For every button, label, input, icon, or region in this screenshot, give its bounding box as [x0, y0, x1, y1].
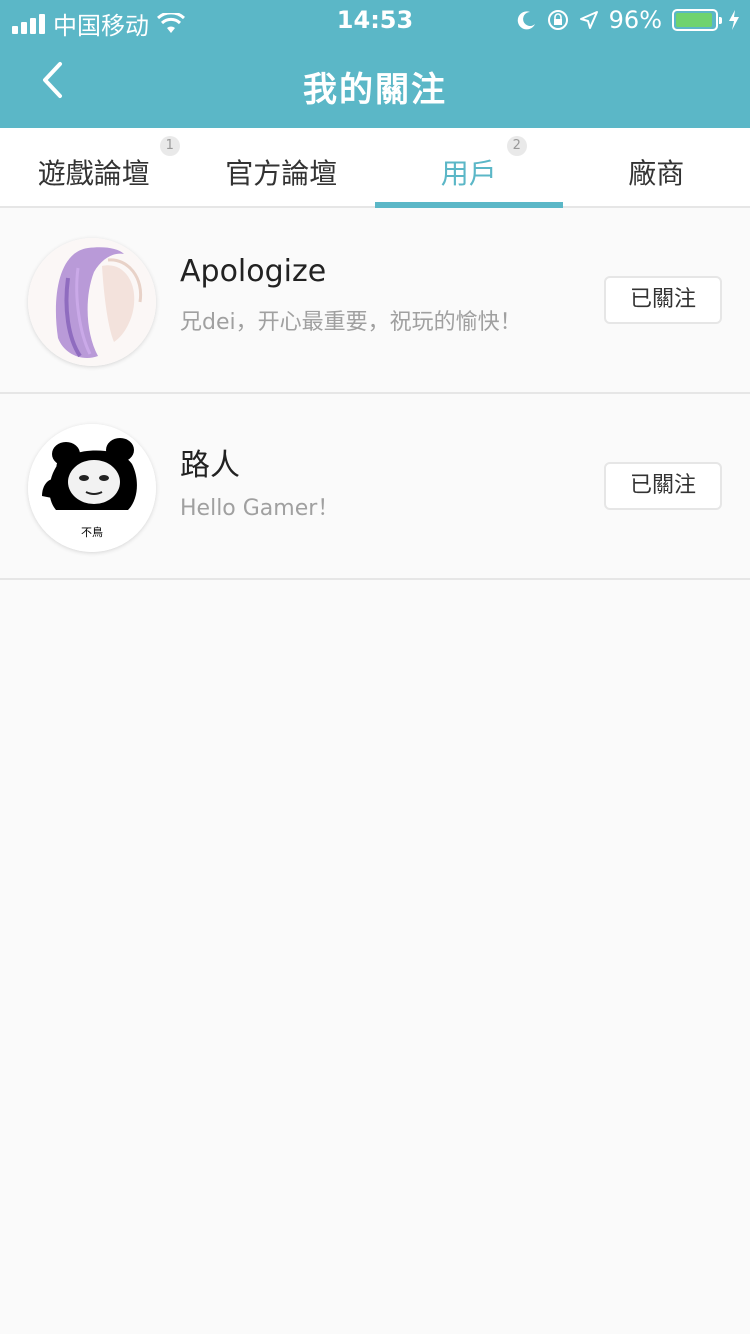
user-description: Hello Gamer！ — [180, 496, 340, 521]
tab-label: 遊戲論壇 — [37, 157, 150, 190]
charging-icon — [729, 10, 739, 30]
tab-label: 廠商 — [628, 157, 685, 190]
avatar[interactable] — [28, 238, 156, 366]
status-bar: 中国移动 14:53 96% — [0, 0, 750, 40]
battery-percent: 96% — [608, 6, 662, 34]
page-title: 我的關注 — [303, 70, 447, 110]
avatar[interactable]: 不鳥 — [28, 424, 156, 552]
list-item[interactable]: Apologize 兄dei，开心最重要，祝玩的愉快！ 已關注 — [0, 208, 750, 394]
count-badge: 2 — [506, 136, 527, 156]
list-item[interactable]: 不鳥 路人 Hello Gamer！ 已關注 — [0, 394, 750, 580]
user-description: 兄dei，开心最重要，祝玩的愉快！ — [180, 310, 522, 335]
location-icon — [579, 11, 598, 29]
count-badge: 1 — [159, 136, 180, 156]
tab-users[interactable]: 用戶 2 — [375, 128, 563, 208]
tab-label: 用戶 — [440, 157, 497, 190]
avatar-caption: 不鳥 — [81, 525, 103, 539]
header: 中国移动 14:53 96% 我的關注 — [0, 0, 750, 128]
panda-meme-avatar-image: 不鳥 — [28, 424, 156, 552]
user-name: 路人 — [180, 448, 240, 483]
following-button[interactable]: 已關注 — [604, 276, 722, 324]
tab-bar: 遊戲論壇 1 官方論壇 用戶 2 廠商 — [0, 128, 750, 208]
tab-game-forum[interactable]: 遊戲論壇 1 — [0, 128, 188, 206]
user-list: Apologize 兄dei，开心最重要，祝玩的愉快！ 已關注 不鳥 路人 He… — [0, 208, 750, 580]
tab-vendors[interactable]: 廠商 — [563, 128, 750, 206]
following-button[interactable]: 已關注 — [604, 462, 722, 510]
anime-avatar-image — [28, 238, 156, 366]
tab-label: 官方論壇 — [225, 157, 338, 190]
battery-icon — [672, 9, 722, 31]
nav-bar: 我的關注 — [0, 40, 750, 128]
lock-rotation-icon — [547, 10, 568, 30]
moon-icon — [517, 11, 535, 30]
user-name: Apologize — [180, 254, 327, 289]
tab-official-forum[interactable]: 官方論壇 — [188, 128, 376, 206]
